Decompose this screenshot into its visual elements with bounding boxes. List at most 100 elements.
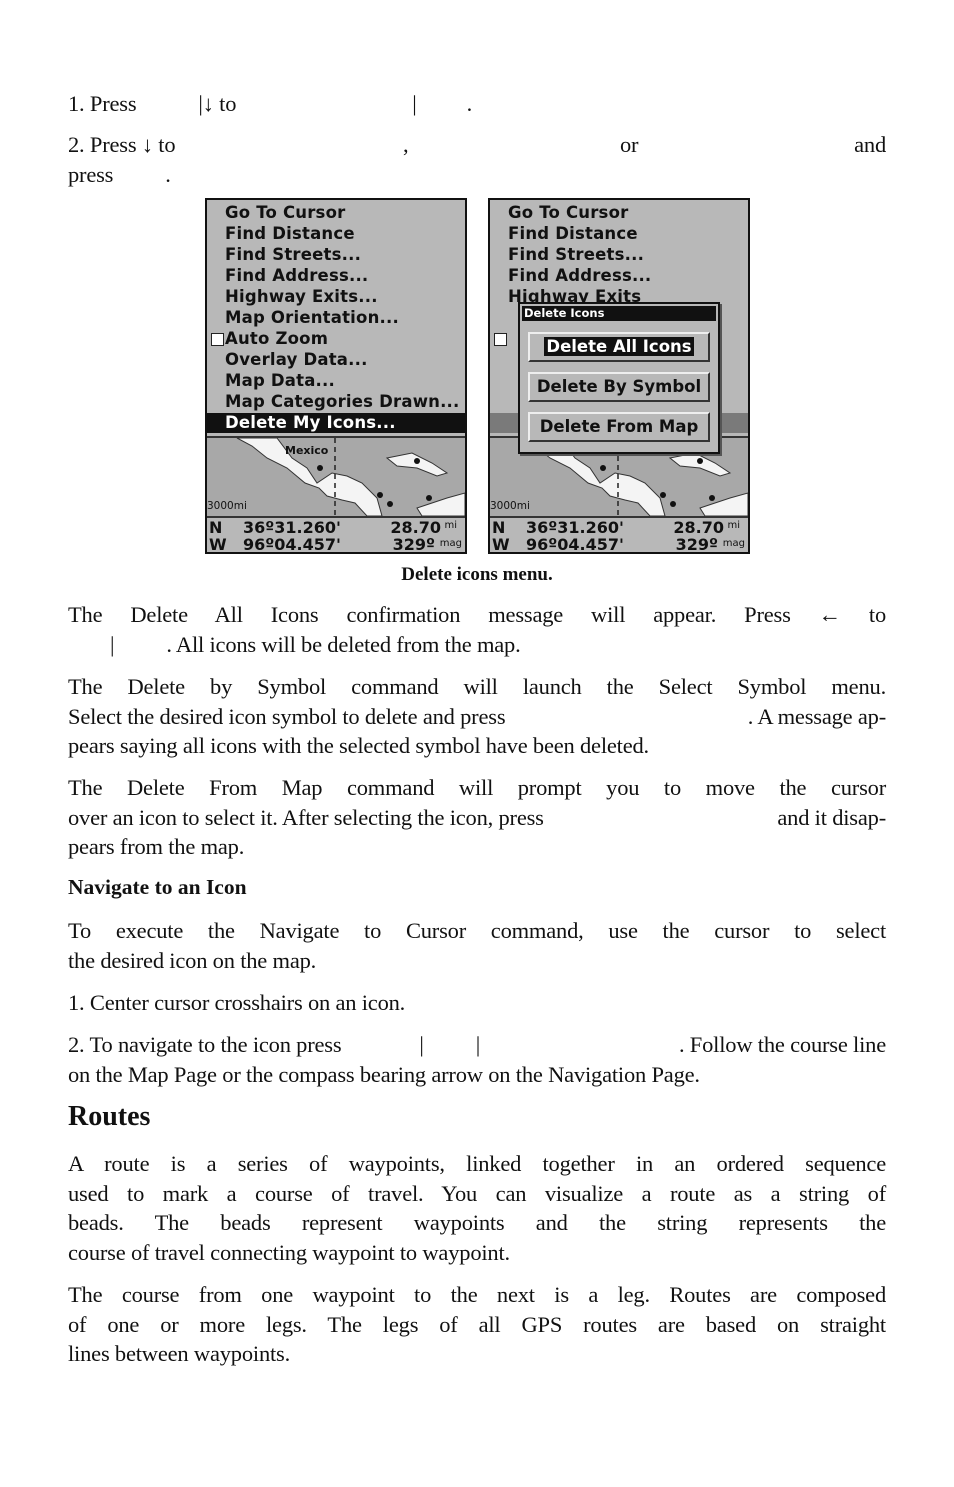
button-label: Delete All Icons: [544, 337, 694, 356]
menu-item-find-streets[interactable]: Find Streets...: [508, 245, 644, 265]
text-line: over an icon to select it. After selecti…: [68, 804, 544, 830]
bearing-unit: mag: [722, 538, 745, 549]
text-line: used to mark a course of travel. You can…: [68, 1180, 886, 1206]
bearing-unit: mag: [439, 538, 462, 549]
step-text: .: [466, 91, 473, 116]
land-south-america: [699, 492, 748, 517]
paragraph-delete-from-map: The Delete From Map command will prompt …: [68, 773, 886, 862]
text-line: course of travel connecting waypoint to …: [68, 1239, 510, 1265]
icon-point[interactable]: [387, 501, 393, 507]
menu-item-find-distance[interactable]: Find Distance: [225, 224, 355, 244]
menu-item-find-address[interactable]: Find Address...: [225, 266, 368, 286]
text-line: the desired icon on the map.: [68, 947, 317, 973]
text-line: of one or more legs. The legs of all GPS…: [68, 1311, 886, 1337]
icon-point[interactable]: [670, 501, 676, 507]
text-line: pears saying all icons with the selected…: [68, 733, 649, 758]
separator: |: [412, 91, 417, 116]
step-1: 1. Press |↓ to |.: [68, 89, 886, 119]
text-line: pears from the map.: [68, 834, 245, 859]
menu-item-go-to-cursor[interactable]: Go To Cursor: [508, 203, 628, 223]
text-line: beads. The beads represent waypoints and…: [68, 1210, 886, 1235]
text-line: The Delete From Map command will prompt …: [68, 775, 886, 800]
text-line: . All icons will be deleted from the map…: [166, 631, 521, 657]
lon-hemisphere: W: [209, 535, 227, 554]
section-heading-navigate: Navigate to an Icon: [68, 875, 247, 899]
icon-point[interactable]: [709, 495, 715, 501]
longitude: 96º04.457': [526, 535, 624, 554]
step-text: 1. Press: [68, 91, 137, 116]
menu-item-delete-my-icons[interactable]: Delete My Icons...: [207, 413, 465, 433]
paragraph-routes-1: A route is a series of waypoints, linked…: [68, 1149, 886, 1267]
text-line: lines between waypoints.: [68, 1341, 291, 1366]
menu-item-find-address[interactable]: Find Address...: [508, 266, 651, 286]
separator: |: [110, 631, 115, 657]
text-line: 2. To navigate to the icon press: [68, 1032, 342, 1057]
text-line: . A message ap-: [747, 703, 886, 729]
position-status: N 36º31.260' W 96º04.457' 28.70 mi 329º …: [207, 516, 465, 554]
menu-item-map-orientation[interactable]: Map Orientation...: [225, 308, 399, 328]
distance: 28.70: [390, 518, 441, 537]
text-line: The Delete by Symbol command will launch…: [68, 674, 886, 699]
step-text: .: [165, 161, 171, 187]
section-heading-routes: Routes: [68, 1101, 151, 1132]
map-menu: Go To Cursor Find Distance Find Streets.…: [207, 200, 465, 438]
paragraph-routes-2: The course from one waypoint to the next…: [68, 1280, 886, 1369]
delete-from-map-button[interactable]: Delete From Map: [528, 412, 710, 442]
lat-hemisphere: N: [492, 518, 506, 537]
map-scale: 3000mi: [207, 500, 247, 512]
latitude: 36º31.260': [526, 518, 624, 537]
menu-item-go-to-cursor[interactable]: Go To Cursor: [225, 203, 345, 223]
menu-item-find-distance[interactable]: Find Distance: [508, 224, 638, 244]
map-scale: 3000mi: [490, 500, 530, 512]
icon-point[interactable]: [426, 495, 432, 501]
navigate-step-2: 2. To navigate to the icon press | | . Fol…: [68, 1030, 886, 1089]
text-line: To execute the Navigate to Cursor comman…: [68, 918, 886, 943]
longitude: 96º04.457': [243, 535, 341, 554]
paragraph-delete-all: The Delete All Icons confirmation messag…: [68, 600, 886, 659]
icon-point[interactable]: [317, 465, 323, 471]
menu-item-overlay-data[interactable]: Overlay Data...: [225, 350, 368, 370]
separator: |: [475, 1032, 481, 1057]
gps-screen-menu: Go To Cursor Find Distance Find Streets.…: [205, 198, 467, 554]
position-status: N 36º31.260' W 96º04.457' 28.70 mi 329º …: [490, 516, 748, 554]
menu-item-highway-exits[interactable]: Highway Exits...: [225, 287, 378, 307]
delete-by-symbol-button[interactable]: Delete By Symbol: [528, 372, 710, 402]
lat-hemisphere: N: [209, 518, 223, 537]
text-line: and it disap-: [777, 804, 886, 830]
text-line: . Follow the course line: [678, 1032, 886, 1057]
text-line: The course from one waypoint to the next…: [68, 1282, 886, 1307]
land-south-america: [416, 492, 465, 517]
latitude: 36º31.260': [243, 518, 341, 537]
step-text: and: [854, 132, 886, 157]
menu-item-auto-zoom[interactable]: Auto Zoom: [225, 329, 328, 349]
distance-unit: mi: [727, 520, 740, 531]
icon-point[interactable]: [600, 465, 606, 471]
menu-item-find-streets[interactable]: Find Streets...: [225, 245, 361, 265]
step-text: ,: [403, 132, 409, 157]
icon-point[interactable]: [697, 458, 703, 464]
paragraph-navigate-intro: To execute the Navigate to Cursor comman…: [68, 916, 886, 975]
step-2: 2. Press ↓ to , or and press.: [68, 130, 886, 189]
text-line: The Delete All Icons confirmation messag…: [68, 602, 886, 627]
navigate-step-1: 1. Center cursor crosshairs on an icon.: [68, 990, 406, 1015]
gps-screen-delete-dialog: Go To Cursor Find Distance Find Streets.…: [488, 198, 750, 554]
menu-item-map-data[interactable]: Map Data...: [225, 371, 335, 391]
delete-all-icons-button[interactable]: Delete All Icons: [528, 332, 710, 362]
text-line: A route is a series of waypoints, linked…: [68, 1151, 886, 1176]
paragraph-delete-by-symbol: The Delete by Symbol command will launch…: [68, 672, 886, 761]
icon-point[interactable]: [660, 492, 666, 498]
icon-point[interactable]: [414, 458, 420, 464]
distance: 28.70: [673, 518, 724, 537]
delete-icons-dialog: Delete Icons Delete All Icons Delete By …: [518, 302, 720, 454]
map-label-mexico: Mexico: [285, 444, 329, 457]
menu-item-map-categories[interactable]: Map Categories Drawn...: [225, 392, 460, 412]
lon-hemisphere: W: [492, 535, 510, 554]
icon-point[interactable]: [377, 492, 383, 498]
auto-zoom-checkbox[interactable]: [211, 333, 224, 346]
step-text: press: [68, 161, 114, 187]
land-cuba: [668, 452, 732, 477]
auto-zoom-checkbox[interactable]: [494, 333, 507, 346]
distance-unit: mi: [444, 520, 457, 531]
separator: |: [419, 1032, 424, 1057]
step-text: |↓ to: [198, 91, 237, 116]
